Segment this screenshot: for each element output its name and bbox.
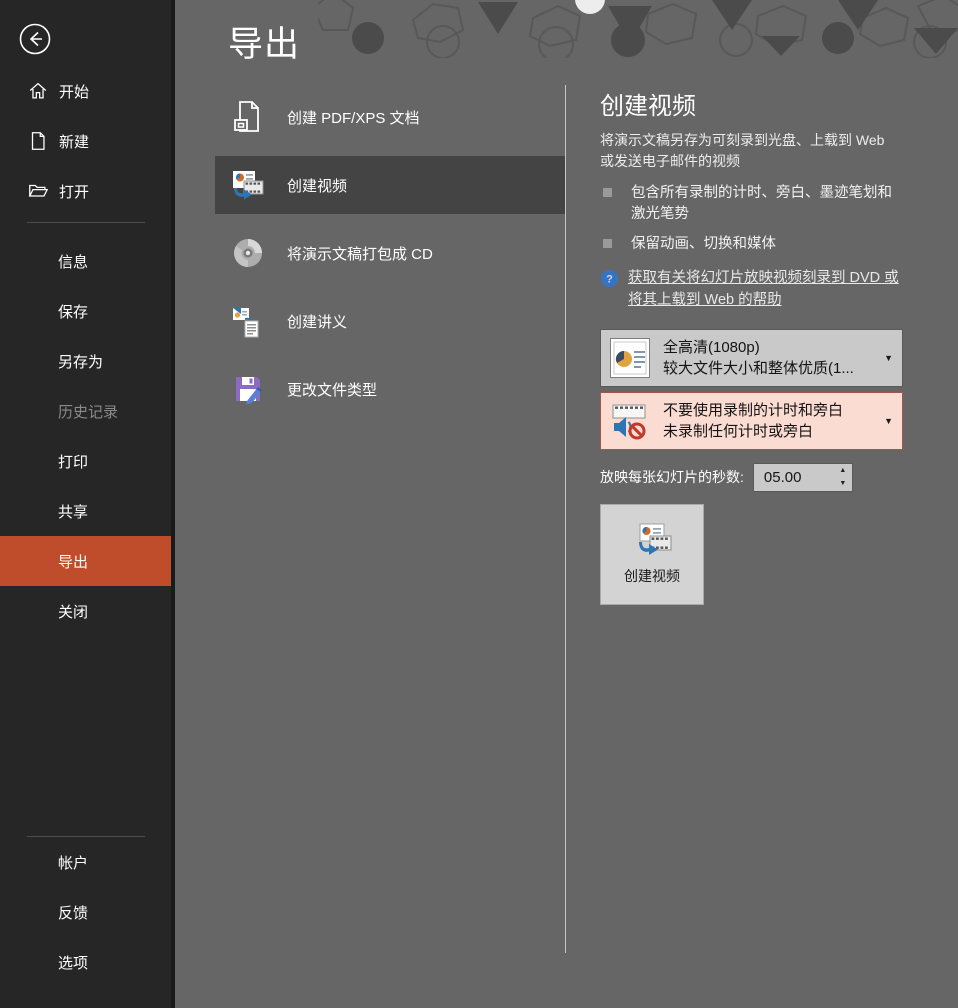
backstage-main: 导出 创建 PDF/XPS 文档 bbox=[175, 0, 958, 1008]
option-create-handouts[interactable]: 创建讲义 bbox=[215, 292, 565, 350]
sidebar-item-label: 开始 bbox=[59, 81, 89, 102]
option-label: 将演示文稿打包成 CD bbox=[287, 243, 433, 264]
sidebar-item-label: 新建 bbox=[59, 131, 89, 152]
option-label: 创建视频 bbox=[287, 175, 347, 196]
sidebar-item-label: 打开 bbox=[59, 181, 89, 202]
sidebar-item-feedback[interactable]: 反馈 bbox=[0, 887, 171, 937]
bullet-text: 保留动画、切换和媒体 bbox=[631, 234, 893, 255]
dropdown-text: 全高清(1080p) 较大文件大小和整体优质(1... bbox=[663, 337, 854, 379]
sidebar-item-export[interactable]: 导出 bbox=[0, 536, 171, 586]
sidebar-item-label: 保存 bbox=[58, 301, 88, 322]
help-row: ? 获取有关将幻灯片放映视频刻录到 DVD 或将其上载到 Web 的帮助 bbox=[600, 268, 918, 312]
change-file-type-icon bbox=[231, 372, 265, 406]
sidebar-item-label: 历史记录 bbox=[58, 401, 118, 422]
sidebar-item-label: 反馈 bbox=[58, 902, 88, 923]
option-label: 更改文件类型 bbox=[287, 379, 377, 400]
create-video-icon bbox=[231, 168, 265, 202]
option-label: 创建 PDF/XPS 文档 bbox=[287, 107, 420, 128]
panel-description: 将演示文稿另存为可刻录到光盘、上载到 Web 或发送电子邮件的视频 bbox=[600, 130, 902, 172]
square-bullet-icon bbox=[603, 239, 612, 248]
back-button[interactable] bbox=[18, 22, 52, 56]
pdf-xps-document-icon bbox=[231, 100, 265, 134]
back-arrow-icon bbox=[18, 43, 52, 60]
chevron-down-icon: ▼ bbox=[884, 416, 893, 426]
dropdown-line1: 全高清(1080p) bbox=[663, 337, 854, 358]
sidebar-item-label: 选项 bbox=[58, 952, 88, 973]
sidebar-item-label: 信息 bbox=[58, 251, 88, 272]
create-handouts-icon bbox=[231, 304, 265, 338]
sidebar-item-info[interactable]: 信息 bbox=[0, 236, 171, 286]
sidebar-item-save-as[interactable]: 另存为 bbox=[0, 336, 171, 386]
video-quality-icon bbox=[610, 338, 650, 378]
new-document-icon bbox=[27, 130, 49, 152]
dropdown-line1: 不要使用录制的计时和旁白 bbox=[663, 400, 843, 421]
seconds-spinner[interactable]: 05.00 ▲ ▼ bbox=[753, 463, 853, 492]
seconds-value[interactable]: 05.00 bbox=[754, 464, 834, 491]
video-quality-dropdown[interactable]: 全高清(1080p) 较大文件大小和整体优质(1... ▼ bbox=[600, 329, 903, 387]
sidebar-item-new[interactable]: 新建 bbox=[0, 116, 171, 166]
sidebar-item-home[interactable]: 开始 bbox=[0, 66, 171, 116]
home-icon bbox=[27, 80, 49, 102]
option-create-pdf-xps[interactable]: 创建 PDF/XPS 文档 bbox=[215, 88, 565, 146]
chevron-down-icon: ▼ bbox=[884, 353, 893, 363]
sidebar-item-share[interactable]: 共享 bbox=[0, 486, 171, 536]
timings-narrations-dropdown[interactable]: 不要使用录制的计时和旁白 未录制任何计时或旁白 ▼ bbox=[600, 392, 903, 450]
sidebar-item-close[interactable]: 关闭 bbox=[0, 586, 171, 636]
header-decoration bbox=[318, 0, 958, 58]
sidebar-bottom-group: 帐户 反馈 选项 bbox=[0, 837, 171, 987]
sidebar-item-label: 关闭 bbox=[58, 601, 88, 622]
panel-divider bbox=[565, 85, 566, 953]
feature-bullets: 包含所有录制的计时、旁白、墨迹笔划和激光笔势 保留动画、切换和媒体 bbox=[600, 183, 918, 255]
bullet-item: 保留动画、切换和媒体 bbox=[600, 234, 918, 255]
dropdown-line2: 较大文件大小和整体优质(1... bbox=[663, 358, 854, 379]
svg-text:?: ? bbox=[606, 274, 613, 286]
sidebar-item-account[interactable]: 帐户 bbox=[0, 837, 171, 887]
spinner-down-icon[interactable]: ▼ bbox=[834, 477, 852, 491]
square-bullet-icon bbox=[603, 188, 612, 197]
bullet-item: 包含所有录制的计时、旁白、墨迹笔划和激光笔势 bbox=[600, 183, 918, 225]
seconds-per-slide-row: 放映每张幻灯片的秒数: 05.00 ▲ ▼ bbox=[600, 463, 918, 492]
timings-narrations-icon bbox=[610, 401, 650, 441]
spinner-up-icon[interactable]: ▲ bbox=[834, 464, 852, 478]
sidebar-item-label: 另存为 bbox=[58, 351, 103, 372]
option-create-video[interactable]: 创建视频 bbox=[215, 156, 565, 214]
sidebar-menu-group: 信息 保存 另存为 历史记录 打印 共享 导出 关闭 bbox=[0, 236, 171, 636]
sidebar-item-label: 帐户 bbox=[58, 852, 88, 873]
panel-title: 创建视频 bbox=[600, 86, 918, 121]
sidebar-top-group: 开始 新建 打开 bbox=[0, 66, 171, 216]
create-video-button[interactable]: 创建视频 bbox=[600, 504, 704, 605]
sidebar-item-label: 打印 bbox=[58, 451, 88, 472]
option-change-file-type[interactable]: 更改文件类型 bbox=[215, 360, 565, 418]
bullet-text: 包含所有录制的计时、旁白、墨迹笔划和激光笔势 bbox=[631, 183, 893, 225]
sidebar-item-save[interactable]: 保存 bbox=[0, 286, 171, 336]
sidebar-item-history: 历史记录 bbox=[0, 386, 171, 436]
dropdown-line2: 未录制任何计时或旁白 bbox=[663, 421, 843, 442]
sidebar-item-open[interactable]: 打开 bbox=[0, 166, 171, 216]
backstage-sidebar: 开始 新建 打开 信息 保存 另存为 历史记录 打印 共享 导出 bbox=[0, 0, 175, 1008]
dropdown-text: 不要使用录制的计时和旁白 未录制任何计时或旁白 bbox=[663, 400, 843, 442]
help-link[interactable]: 获取有关将幻灯片放映视频刻录到 DVD 或将其上载到 Web 的帮助 bbox=[628, 268, 910, 312]
sidebar-item-label: 导出 bbox=[58, 551, 88, 572]
seconds-label: 放映每张幻灯片的秒数: bbox=[600, 467, 744, 487]
spinner-buttons: ▲ ▼ bbox=[834, 464, 852, 491]
powerpoint-backstage-export: 开始 新建 打开 信息 保存 另存为 历史记录 打印 共享 导出 bbox=[0, 0, 958, 1008]
sidebar-item-print[interactable]: 打印 bbox=[0, 436, 171, 486]
open-folder-icon bbox=[27, 180, 49, 202]
option-label: 创建讲义 bbox=[287, 311, 347, 332]
package-cd-icon bbox=[231, 236, 265, 270]
create-video-panel: 创建视频 将演示文稿另存为可刻录到光盘、上载到 Web 或发送电子邮件的视频 包… bbox=[600, 86, 918, 605]
sidebar-item-options[interactable]: 选项 bbox=[0, 937, 171, 987]
create-video-button-icon bbox=[632, 523, 672, 559]
option-package-cd[interactable]: 将演示文稿打包成 CD bbox=[215, 224, 565, 282]
sidebar-item-label: 共享 bbox=[58, 501, 88, 522]
help-question-icon: ? bbox=[601, 270, 618, 287]
create-video-button-label: 创建视频 bbox=[624, 566, 680, 586]
sidebar-divider bbox=[27, 222, 145, 223]
export-option-list: 创建 PDF/XPS 文档 bbox=[215, 88, 565, 428]
page-title: 导出 bbox=[228, 16, 300, 67]
